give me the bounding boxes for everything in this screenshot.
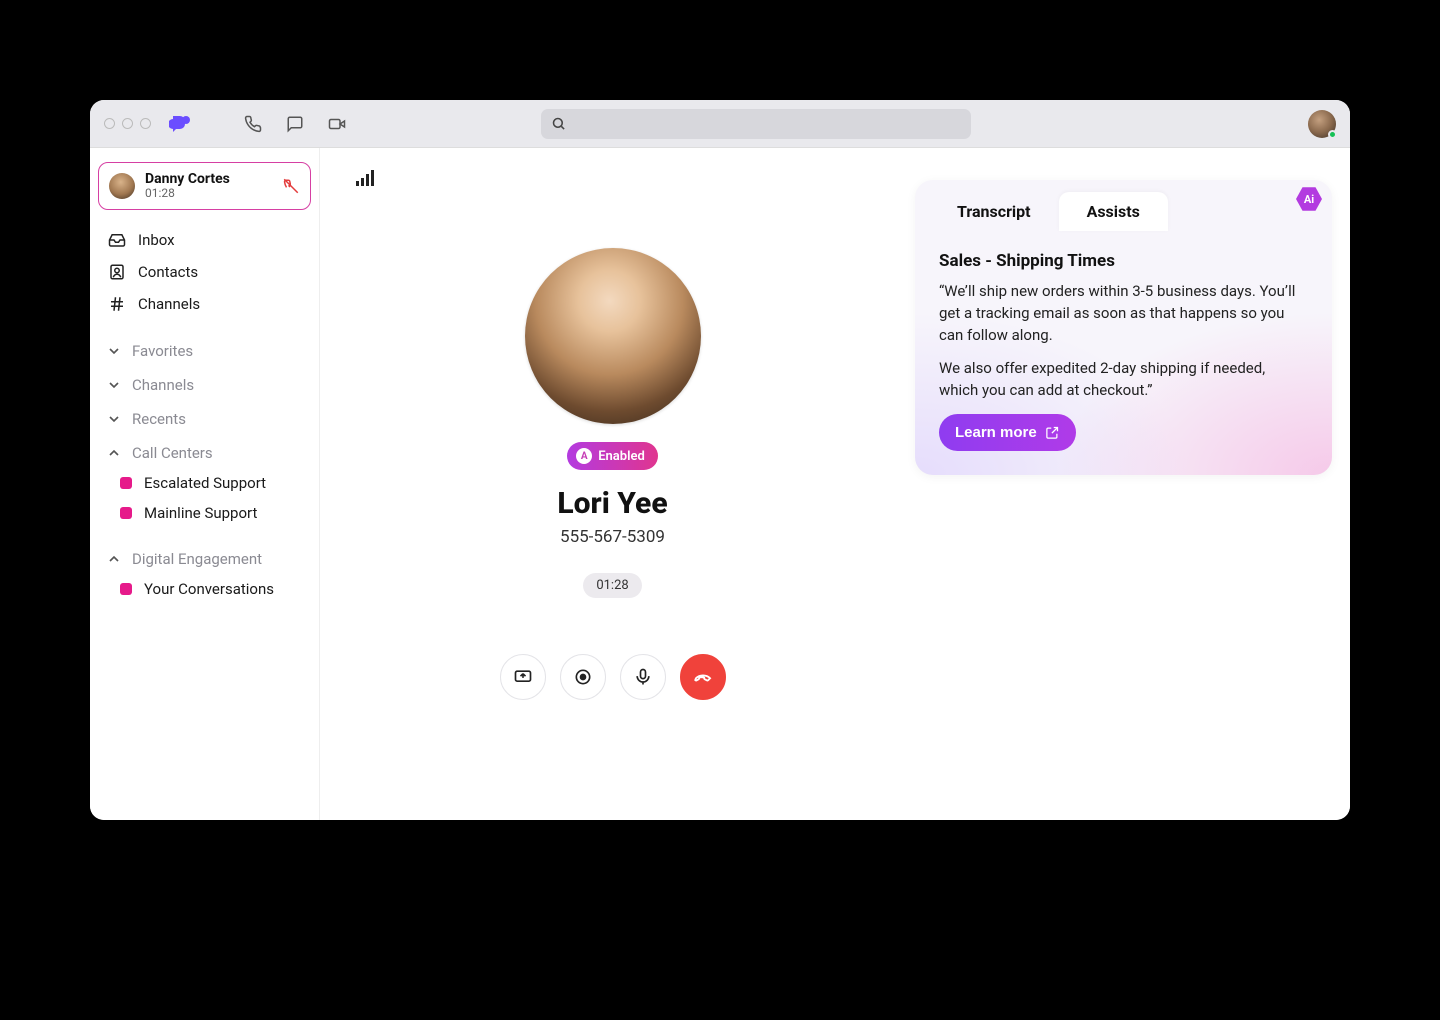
signal-icon	[356, 170, 376, 190]
hash-icon	[108, 295, 126, 313]
avatar-icon	[109, 173, 135, 199]
call-controls	[500, 654, 726, 700]
caller-phone: 555-567-5309	[560, 527, 665, 547]
minimize-dot[interactable]	[122, 118, 133, 129]
active-call-duration: 01:28	[145, 187, 272, 201]
call-area: A Enabled Lori Yee 555-567-5309 01:28	[320, 148, 905, 820]
main-area: A Enabled Lori Yee 555-567-5309 01:28	[320, 148, 1350, 820]
learn-more-label: Learn more	[955, 424, 1037, 441]
chevron-down-icon	[106, 411, 122, 427]
mute-button[interactable]	[620, 654, 666, 700]
ai-enabled-badge: A Enabled	[567, 442, 658, 470]
external-link-icon	[1045, 425, 1060, 440]
section-digital-engagement[interactable]: Digital Engagement	[98, 540, 311, 574]
chevron-down-icon	[106, 343, 122, 359]
caller-avatar	[525, 248, 701, 424]
app-window: Danny Cortes 01:28 Inbox Contacts	[90, 100, 1350, 820]
titlebar-mode-icons	[243, 114, 347, 134]
item-label: Escalated Support	[144, 474, 266, 492]
section-channels[interactable]: Channels	[98, 366, 311, 400]
contacts-icon	[108, 263, 126, 281]
nav-inbox[interactable]: Inbox	[98, 224, 311, 256]
share-screen-button[interactable]	[500, 654, 546, 700]
assist-tabs: Transcript Assists Ai	[915, 180, 1332, 231]
inbox-icon	[108, 231, 126, 249]
sidebar: Danny Cortes 01:28 Inbox Contacts	[90, 148, 320, 820]
chevron-up-icon	[106, 445, 122, 461]
sidebar-item-escalated-support[interactable]: Escalated Support	[98, 468, 311, 498]
search-icon	[551, 116, 566, 131]
tab-assists[interactable]: Assists	[1059, 192, 1168, 231]
presence-indicator-icon	[1328, 130, 1337, 139]
assist-content: Sales - Shipping Times “We’ll ship new o…	[915, 231, 1332, 475]
search-field[interactable]	[572, 116, 961, 132]
call-duration: 01:28	[583, 573, 641, 598]
chat-icon[interactable]	[285, 114, 305, 134]
sidebar-item-your-conversations[interactable]: Your Conversations	[98, 574, 311, 604]
search-input[interactable]	[541, 109, 971, 139]
learn-more-button[interactable]: Learn more	[939, 414, 1076, 451]
assist-paragraph: “We’ll ship new orders within 3-5 busine…	[939, 281, 1308, 346]
color-swatch-icon	[120, 477, 132, 489]
nav-label: Contacts	[138, 263, 198, 281]
hangup-icon[interactable]	[282, 177, 300, 195]
assist-title: Sales - Shipping Times	[939, 251, 1308, 271]
nav-label: Channels	[138, 295, 200, 313]
section-recents[interactable]: Recents	[98, 400, 311, 434]
section-label: Recents	[132, 410, 186, 428]
enabled-label: Enabled	[598, 449, 645, 464]
assist-panel: Transcript Assists Ai Sales - Shipping T…	[905, 148, 1350, 820]
assist-card: Transcript Assists Ai Sales - Shipping T…	[915, 180, 1332, 475]
sidebar-item-mainline-support[interactable]: Mainline Support	[98, 498, 311, 528]
active-call-name: Danny Cortes	[145, 171, 272, 187]
chevron-up-icon	[106, 551, 122, 567]
color-swatch-icon	[120, 507, 132, 519]
caller-name: Lori Yee	[557, 486, 667, 521]
phone-icon[interactable]	[243, 114, 263, 134]
nav-label: Inbox	[138, 231, 175, 249]
section-label: Favorites	[132, 342, 193, 360]
tab-transcript[interactable]: Transcript	[929, 192, 1059, 231]
close-dot[interactable]	[104, 118, 115, 129]
chevron-down-icon	[106, 377, 122, 393]
titlebar	[90, 100, 1350, 148]
section-call-centers[interactable]: Call Centers	[98, 434, 311, 468]
section-favorites[interactable]: Favorites	[98, 332, 311, 366]
ai-badge-icon: A	[576, 448, 592, 464]
zoom-dot[interactable]	[140, 118, 151, 129]
ai-hex-badge-icon: Ai	[1296, 186, 1322, 212]
nav-channels[interactable]: Channels	[98, 288, 311, 320]
record-button[interactable]	[560, 654, 606, 700]
section-label: Call Centers	[132, 444, 213, 462]
video-icon[interactable]	[327, 114, 347, 134]
color-swatch-icon	[120, 583, 132, 595]
window-controls[interactable]	[104, 118, 151, 129]
item-label: Your Conversations	[144, 580, 274, 598]
item-label: Mainline Support	[144, 504, 257, 522]
current-user-avatar[interactable]	[1308, 110, 1336, 138]
brand-logo-icon	[169, 114, 193, 134]
hangup-button[interactable]	[680, 654, 726, 700]
assist-paragraph: We also offer expedited 2-day shipping i…	[939, 358, 1308, 402]
section-label: Digital Engagement	[132, 550, 262, 568]
nav-contacts[interactable]: Contacts	[98, 256, 311, 288]
section-label: Channels	[132, 376, 194, 394]
active-call-card[interactable]: Danny Cortes 01:28	[98, 162, 311, 210]
